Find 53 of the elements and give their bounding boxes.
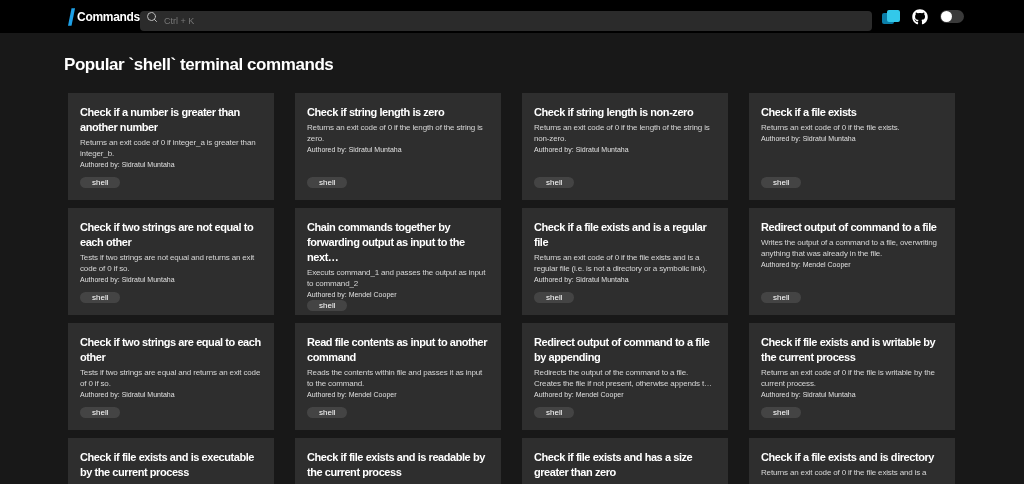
command-card[interactable]: Check if file exists and has a size greater than zero [522, 438, 728, 484]
card-description: Redirects the output of the command to a file. Creates the file if not present, otherwise appends t… [534, 367, 713, 389]
search-icon [146, 10, 158, 23]
card-title: Chain commands together by forwarding output as input to the next… [307, 220, 466, 265]
tag-chip[interactable]: shell [761, 407, 802, 418]
card-title: Check if string length is non-zero [534, 105, 695, 120]
card-title: Check if file exists and is writable by the current process [761, 335, 937, 365]
tag-chip[interactable]: shell [534, 292, 575, 303]
tag-chip[interactable]: shell [761, 177, 802, 188]
tag-chip[interactable]: shell [307, 177, 348, 188]
search-field[interactable]: Ctrl + K [140, 10, 872, 31]
card-description: Returns an exit code of 0 if the file exists. [761, 122, 901, 133]
card-title: Check if string length is zero [307, 105, 446, 120]
command-card[interactable]: Check if a file exists and is directory Returns an exit code of 0 if the file exists and is a [749, 438, 955, 484]
tag-chip[interactable]: shell [80, 407, 121, 418]
card-description: Tests if two strings are equal and returns an exit code of 0 if so. [80, 367, 262, 389]
tag-chip[interactable]: shell [80, 177, 121, 188]
card-description: Writes the output of a command to a file, overwriting anything that was already in the file. [761, 237, 938, 259]
card-description: Returns an exit code of 0 if integer_a is greater than integer_b. [80, 137, 257, 159]
card-description: Tests if two strings are not equal and returns an exit code of 0 if so. [80, 252, 256, 274]
card-title: Check if two strings are equal to each other [80, 335, 262, 365]
tag-chip[interactable]: shell [307, 407, 348, 418]
page-title: Popular `shell` terminal commands [64, 54, 335, 76]
command-card[interactable]: Check if file exists and is executable by the current process [68, 438, 274, 484]
card-description: Returns an exit code of 0 if the length of the string is non-zero. [534, 122, 711, 144]
github-icon[interactable] [912, 8, 928, 25]
card-description: Returns an exit code of 0 if the file exists and is a [761, 467, 928, 478]
logo-text[interactable]: Commands [77, 7, 140, 26]
card-title: Check if two strings are not equal to each other [80, 220, 255, 250]
tag-chip[interactable]: shell [761, 292, 802, 303]
card-description: Reads the contents within file and passes it as input to the command. [307, 367, 484, 389]
theme-toggle[interactable] [940, 10, 964, 23]
command-card[interactable]: Check if file exists and is readable by the current process [295, 438, 501, 484]
tag-chip[interactable]: shell [307, 300, 348, 311]
card-description: Returns an exit code of 0 if the file is writable by the current process. [761, 367, 936, 389]
tag-chip[interactable]: shell [534, 177, 575, 188]
card-title: Check if file exists and is executable by the current process [80, 450, 256, 480]
card-title: Redirect output of command to a file by appending [534, 335, 711, 365]
card-title: Check if file exists and has a size greater than zero [534, 450, 694, 480]
card-title: Check if a file exists and is directory [761, 450, 935, 465]
card-description: Returns an exit code of 0 if the file exists and is a regular file (i.e. is not a directory or a symbolic link). [534, 252, 708, 274]
tag-chip[interactable]: shell [534, 407, 575, 418]
card-description: Executs command_1 and passes the output as input to command_2 [307, 267, 487, 289]
card-title: Check if file exists and is readable by the current process [307, 450, 486, 480]
cards-icon[interactable] [882, 9, 900, 24]
card-title: Check if a file exists [761, 105, 858, 120]
slash-logo-icon [68, 6, 76, 27]
card-title: Check if a file exists and is a regular file [534, 220, 708, 250]
card-description: Returns an exit code of 0 if the length of the string is zero. [307, 122, 484, 144]
tag-chip[interactable]: shell [80, 292, 121, 303]
card-title: Redirect output of command to a file [761, 220, 938, 235]
card-title: Read file contents as input to another command [307, 335, 489, 365]
card-title: Check if a number is greater than another number [80, 105, 241, 135]
